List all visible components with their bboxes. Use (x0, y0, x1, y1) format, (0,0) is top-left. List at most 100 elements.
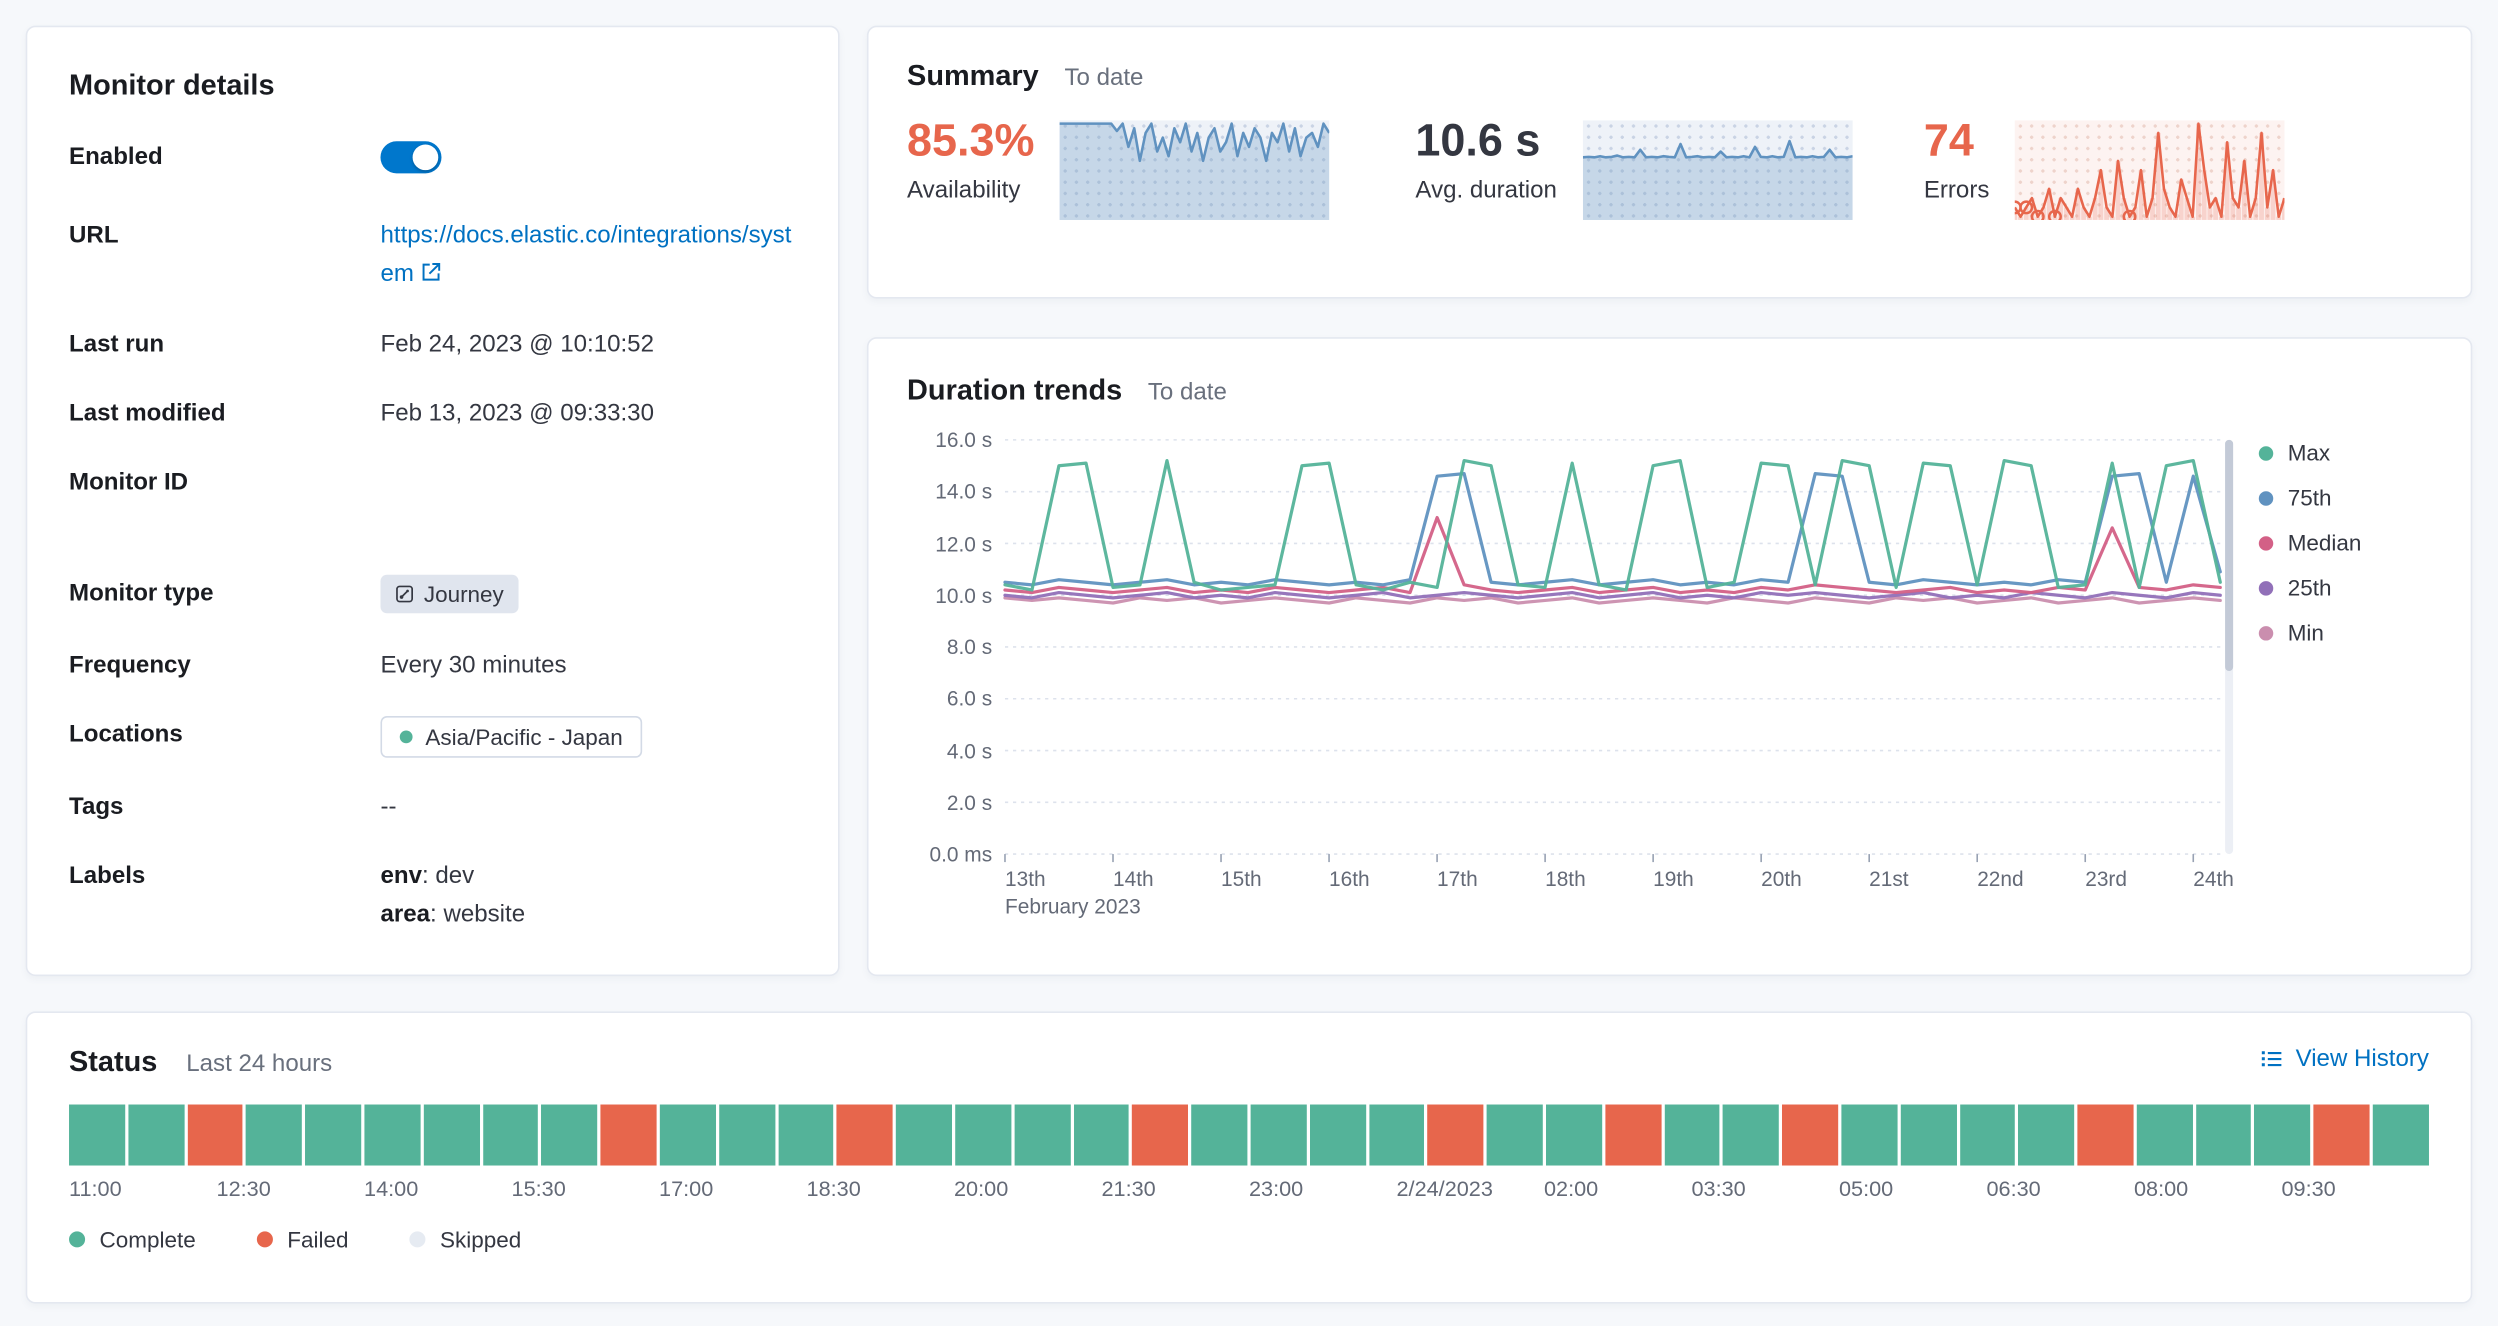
status-segment-20[interactable] (1251, 1105, 1307, 1166)
status-segment-37[interactable] (2255, 1105, 2311, 1166)
status-segment-19[interactable] (1191, 1105, 1247, 1166)
status-time-label: 15:30 (512, 1177, 566, 1201)
status-segment-32[interactable] (1959, 1105, 2015, 1166)
status-segment-18[interactable] (1132, 1105, 1188, 1166)
status-segment-29[interactable] (1782, 1105, 1838, 1166)
y-tick-label: 10.0 s (935, 583, 992, 607)
status-segment-7[interactable] (483, 1105, 539, 1166)
legend-label: Complete (100, 1227, 196, 1253)
status-segment-6[interactable] (423, 1105, 479, 1166)
chart-scrollbar[interactable] (2225, 440, 2233, 854)
status-segment-1[interactable] (128, 1105, 184, 1166)
status-time-label: 11:00 (69, 1177, 122, 1201)
enabled-toggle[interactable] (380, 141, 441, 173)
status-segment-39[interactable] (2373, 1105, 2429, 1166)
legend-label: Min (2288, 620, 2324, 646)
monitor-type-value: Journey (424, 578, 504, 610)
status-segment-14[interactable] (896, 1105, 952, 1166)
monitor-url-link[interactable]: https://docs.elastic.co/integrations/sys… (380, 222, 791, 288)
status-segment-8[interactable] (542, 1105, 598, 1166)
status-segment-36[interactable] (2196, 1105, 2252, 1166)
view-history-link[interactable]: View History (2259, 1045, 2429, 1072)
legend-label: 75th (2288, 485, 2332, 511)
x-tick-label: 24th (2193, 867, 2234, 891)
x-tick-label: 15th (1221, 867, 1262, 891)
legend-dot (2259, 535, 2273, 549)
status-segment-15[interactable] (955, 1105, 1011, 1166)
status-segment-5[interactable] (364, 1105, 420, 1166)
legend-item-25th[interactable]: 25th (2259, 575, 2362, 601)
status-segment-25[interactable] (1546, 1105, 1602, 1166)
status-time-label: 08:00 (2134, 1177, 2188, 1201)
status-segment-24[interactable] (1487, 1105, 1543, 1166)
y-tick-label: 12.0 s (935, 531, 992, 555)
monitor-id-row: Monitor ID (69, 464, 796, 503)
enabled-label: Enabled (69, 138, 380, 186)
status-segment-22[interactable] (1369, 1105, 1425, 1166)
last-modified-value: Feb 13, 2023 @ 09:33:30 (380, 395, 796, 434)
tags-row: Tags -- (69, 788, 796, 827)
x-tick-label: 18th (1545, 867, 1586, 891)
x-tick-label: 19th (1653, 867, 1694, 891)
status-segment-13[interactable] (837, 1105, 893, 1166)
avg-duration-value: 10.6 s (1415, 116, 1556, 167)
frequency-value: Every 30 minutes (380, 647, 796, 686)
status-segment-0[interactable] (69, 1105, 125, 1166)
monitor-type-label: Monitor type (69, 575, 380, 617)
view-history-label: View History (2296, 1045, 2429, 1072)
last-modified-row: Last modified Feb 13, 2023 @ 09:33:30 (69, 395, 796, 434)
label-area: area: website (380, 896, 796, 935)
status-segment-27[interactable] (1664, 1105, 1720, 1166)
status-segment-31[interactable] (1900, 1105, 1956, 1166)
status-time-label: 02:00 (1544, 1177, 1598, 1201)
status-time-label: 2/24/2023 (1396, 1177, 1492, 1201)
duration-legend: Max 75th Median 25th Min (2259, 440, 2362, 854)
label-separator: : (430, 901, 443, 928)
status-legend-complete: Complete (69, 1227, 196, 1253)
y-tick-label: 6.0 s (947, 687, 992, 711)
legend-item-min[interactable]: Min (2259, 620, 2362, 646)
status-segment-33[interactable] (2018, 1105, 2074, 1166)
last-run-label: Last run (69, 326, 380, 365)
status-segment-38[interactable] (2314, 1105, 2370, 1166)
x-tick-label: 17th (1437, 867, 1478, 891)
status-segment-16[interactable] (1014, 1105, 1070, 1166)
status-segment-28[interactable] (1723, 1105, 1779, 1166)
tags-value: -- (380, 788, 796, 827)
status-segment-35[interactable] (2137, 1105, 2193, 1166)
legend-item-median[interactable]: Median (2259, 530, 2362, 556)
availability-value: 85.3% (907, 116, 1034, 167)
legend-dot (69, 1231, 85, 1247)
status-segment-10[interactable] (660, 1105, 716, 1166)
status-segment-23[interactable] (1428, 1105, 1484, 1166)
status-time-label: 17:00 (659, 1177, 713, 1201)
status-segment-12[interactable] (778, 1105, 834, 1166)
status-subtitle: Last 24 hours (186, 1050, 332, 1077)
legend-item-max[interactable]: Max (2259, 440, 2362, 466)
label-area-value: website (443, 901, 525, 928)
status-segment-4[interactable] (305, 1105, 361, 1166)
status-segment-34[interactable] (2078, 1105, 2134, 1166)
status-segment-30[interactable] (1841, 1105, 1897, 1166)
status-legend-failed: Failed (257, 1227, 349, 1253)
status-segment-3[interactable] (246, 1105, 302, 1166)
status-segment-9[interactable] (601, 1105, 657, 1166)
errors-sparkline (2015, 120, 2285, 220)
status-segment-17[interactable] (1073, 1105, 1129, 1166)
legend-dot (257, 1231, 273, 1247)
status-time-label: 14:00 (364, 1177, 418, 1201)
duration-trends-title: Duration trends (907, 374, 1122, 408)
status-segment-2[interactable] (187, 1105, 243, 1166)
summary-stats: 85.3% Availability 10.6 s Avg. duration (907, 116, 2432, 220)
status-segment-11[interactable] (719, 1105, 775, 1166)
legend-label: 25th (2288, 575, 2332, 601)
status-segment-21[interactable] (1310, 1105, 1366, 1166)
legend-item-75th[interactable]: 75th (2259, 485, 2362, 511)
chart-scrollbar-thumb[interactable] (2225, 440, 2233, 672)
x-tick-label: 13th (1005, 867, 1046, 891)
availability-sparkline (1060, 120, 1330, 220)
legend-dot (2259, 490, 2273, 504)
url-row: URL https://docs.elastic.co/integrations… (69, 217, 796, 296)
errors-value: 74 (1924, 116, 1990, 167)
status-segment-26[interactable] (1605, 1105, 1661, 1166)
